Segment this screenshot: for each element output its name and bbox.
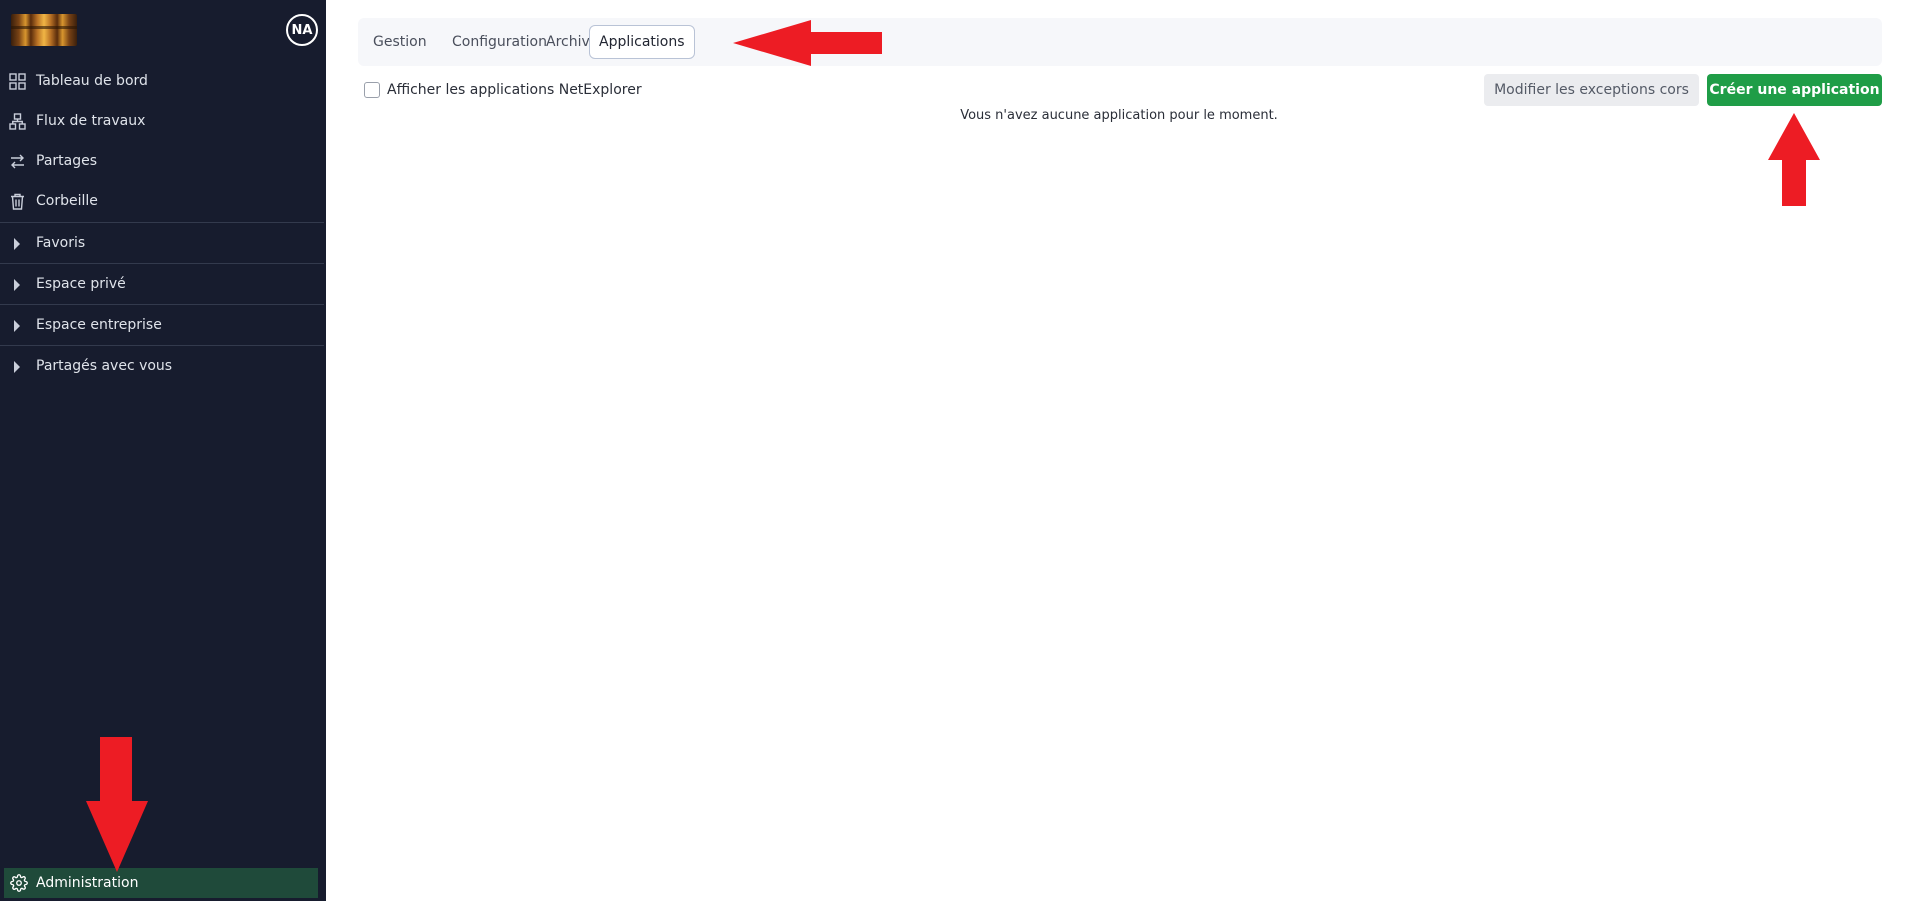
sidebar-item-shares[interactable]: Partages: [0, 141, 326, 181]
tree-item-company-space[interactable]: Espace entreprise: [0, 304, 324, 345]
caret-right-icon[interactable]: [14, 279, 20, 291]
sidebar-item-label: Administration: [36, 875, 139, 891]
tree-item-shared-with-you[interactable]: Partagés avec vous: [0, 345, 324, 386]
trash-icon: [9, 193, 26, 210]
sidebar-item-label: Flux de travaux: [36, 113, 146, 129]
sidebar-nav: Tableau de bord Flux de travaux Partages…: [0, 61, 326, 221]
show-netexplorer-apps-checkbox[interactable]: [364, 82, 380, 98]
tab-gestion[interactable]: Gestion: [364, 25, 436, 59]
tree-item-label: Favoris: [36, 235, 86, 251]
show-netexplorer-apps-toggle[interactable]: Afficher les applications NetExplorer: [364, 81, 642, 99]
tree-item-favorites[interactable]: Favoris: [0, 222, 324, 263]
annotation-arrow-left: [733, 20, 882, 66]
sidebar-item-dashboard[interactable]: Tableau de bord: [0, 61, 326, 101]
company-logo[interactable]: [11, 14, 77, 46]
sidebar-item-label: Partages: [36, 153, 98, 169]
sidebar-item-label: Tableau de bord: [36, 73, 148, 89]
dashboard-grid-icon: [9, 73, 26, 90]
user-avatar[interactable]: NA: [286, 14, 318, 46]
sidebar-item-label: Corbeille: [36, 193, 98, 209]
caret-right-icon[interactable]: [14, 361, 20, 373]
edit-cors-exceptions-button[interactable]: Modifier les exceptions cors: [1484, 74, 1699, 106]
main-content: Gestion Configuration Archives Applicati…: [326, 0, 1912, 901]
sidebar-item-workflows[interactable]: Flux de travaux: [0, 101, 326, 141]
admin-tab-bar: Gestion Configuration Archives Applicati…: [358, 18, 1882, 66]
sidebar-item-administration[interactable]: Administration: [4, 868, 318, 898]
empty-state-message: Vous n'avez aucune application pour le m…: [960, 108, 1278, 123]
tree-item-label: Partagés avec vous: [36, 358, 173, 374]
share-arrows-icon: [9, 153, 26, 170]
tree-item-label: Espace privé: [36, 276, 126, 292]
caret-right-icon[interactable]: [14, 320, 20, 332]
caret-right-icon[interactable]: [14, 238, 20, 250]
sidebar-item-trash[interactable]: Corbeille: [0, 181, 326, 221]
tab-applications[interactable]: Applications: [589, 25, 695, 59]
app-window: NA Tableau de bord Flux de travaux Parta…: [0, 0, 1912, 901]
tree-item-private-space[interactable]: Espace privé: [0, 263, 324, 304]
annotation-arrow-up: [1768, 113, 1820, 206]
gear-icon: [10, 874, 28, 892]
show-netexplorer-apps-label: Afficher les applications NetExplorer: [387, 82, 642, 98]
folder-tree: Favoris Espace privé Espace entreprise P…: [0, 222, 324, 386]
sidebar: NA Tableau de bord Flux de travaux Parta…: [0, 0, 326, 901]
create-application-button[interactable]: Créer une application: [1707, 74, 1882, 106]
workflow-icon: [9, 113, 26, 130]
tree-item-label: Espace entreprise: [36, 317, 162, 333]
annotation-arrow-down: [86, 737, 148, 872]
